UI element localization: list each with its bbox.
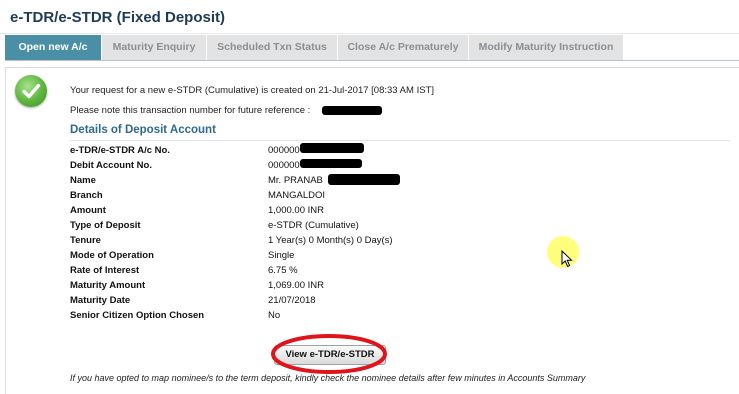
tab-open-new-account[interactable]: Open new A/c bbox=[5, 35, 102, 60]
tab-scheduled-txn-status[interactable]: Scheduled Txn Status bbox=[207, 35, 338, 60]
tab-maturity-enquiry[interactable]: Maturity Enquiry bbox=[102, 35, 207, 60]
detail-value: 000000 bbox=[268, 145, 300, 156]
redacted-debit-account bbox=[300, 159, 362, 168]
detail-label: Maturity Date bbox=[70, 295, 131, 306]
detail-value: Mr. PRANAB bbox=[268, 175, 323, 186]
detail-row-maturity-amount: Maturity Amount 1,069.00 INR bbox=[70, 280, 730, 295]
tab-close-account-prematurely[interactable]: Close A/c Prematurely bbox=[338, 35, 469, 60]
detail-label: Branch bbox=[70, 190, 103, 201]
nominee-note: If you have opted to map nominee/s to th… bbox=[70, 373, 586, 383]
detail-label: Rate of Interest bbox=[70, 265, 140, 276]
success-check-icon bbox=[15, 75, 47, 107]
detail-row-type-of-deposit: Type of Deposit e-STDR (Cumulative) bbox=[70, 220, 730, 235]
detail-label: e-TDR/e-STDR A/c No. bbox=[70, 145, 170, 156]
redacted-name bbox=[328, 174, 400, 185]
detail-row-amount: Amount 1,000.00 INR bbox=[70, 205, 730, 220]
detail-label: Maturity Amount bbox=[70, 280, 146, 291]
red-highlight-circle bbox=[271, 334, 387, 374]
detail-value: 000000 bbox=[268, 160, 300, 171]
detail-label: Amount bbox=[70, 205, 106, 216]
details-heading: Details of Deposit Account bbox=[70, 124, 216, 136]
detail-row-maturity-date: Maturity Date 21/07/2018 bbox=[70, 295, 730, 310]
detail-row-rate-of-interest: Rate of Interest 6.75 % bbox=[70, 265, 730, 280]
mouse-cursor-icon bbox=[561, 250, 573, 268]
page-title: e-TDR/e-STDR (Fixed Deposit) bbox=[10, 9, 226, 26]
reference-note: Please note this transaction number for … bbox=[70, 105, 311, 116]
detail-row-senior-citizen: Senior Citizen Option Chosen No bbox=[70, 310, 730, 325]
detail-row-name: Name Mr. PRANAB bbox=[70, 175, 730, 190]
detail-value: No bbox=[268, 310, 281, 321]
detail-value: e-STDR (Cumulative) bbox=[268, 220, 359, 231]
redacted-transaction-number bbox=[322, 106, 382, 115]
details-divider bbox=[70, 140, 730, 141]
detail-value: 1,069.00 INR bbox=[268, 280, 324, 291]
confirmation-message: Your request for a new e-STDR (Cumulativ… bbox=[70, 85, 434, 96]
detail-label: Mode of Operation bbox=[70, 250, 154, 261]
detail-label: Debit Account No. bbox=[70, 160, 152, 171]
tab-bar: Open new A/c Maturity Enquiry Scheduled … bbox=[5, 35, 624, 60]
detail-value: 6.75 % bbox=[268, 265, 298, 276]
tab-modify-maturity-instruction[interactable]: Modify Maturity Instruction bbox=[469, 35, 624, 60]
detail-label: Tenure bbox=[70, 235, 101, 246]
detail-row-mode-of-operation: Mode of Operation Single bbox=[70, 250, 730, 265]
detail-row-tenure: Tenure 1 Year(s) 0 Month(s) 0 Day(s) bbox=[70, 235, 730, 250]
title-divider bbox=[0, 33, 739, 34]
detail-value: MANGALDOI bbox=[268, 190, 326, 201]
redacted-account-number bbox=[300, 143, 364, 153]
detail-row-debit-account: Debit Account No. 000000 bbox=[70, 160, 730, 175]
detail-row-account-number: e-TDR/e-STDR A/c No. 000000 bbox=[70, 145, 730, 160]
detail-label: Name bbox=[70, 175, 96, 186]
detail-row-branch: Branch MANGALDOI bbox=[70, 190, 730, 205]
tab-divider bbox=[5, 60, 739, 61]
detail-label: Senior Citizen Option Chosen bbox=[70, 310, 205, 321]
detail-value: 1 Year(s) 0 Month(s) 0 Day(s) bbox=[268, 235, 393, 246]
detail-value: 1,000.00 INR bbox=[268, 205, 324, 216]
detail-value: Single bbox=[268, 250, 295, 261]
detail-label: Type of Deposit bbox=[70, 220, 141, 231]
detail-value: 21/07/2018 bbox=[268, 295, 316, 306]
